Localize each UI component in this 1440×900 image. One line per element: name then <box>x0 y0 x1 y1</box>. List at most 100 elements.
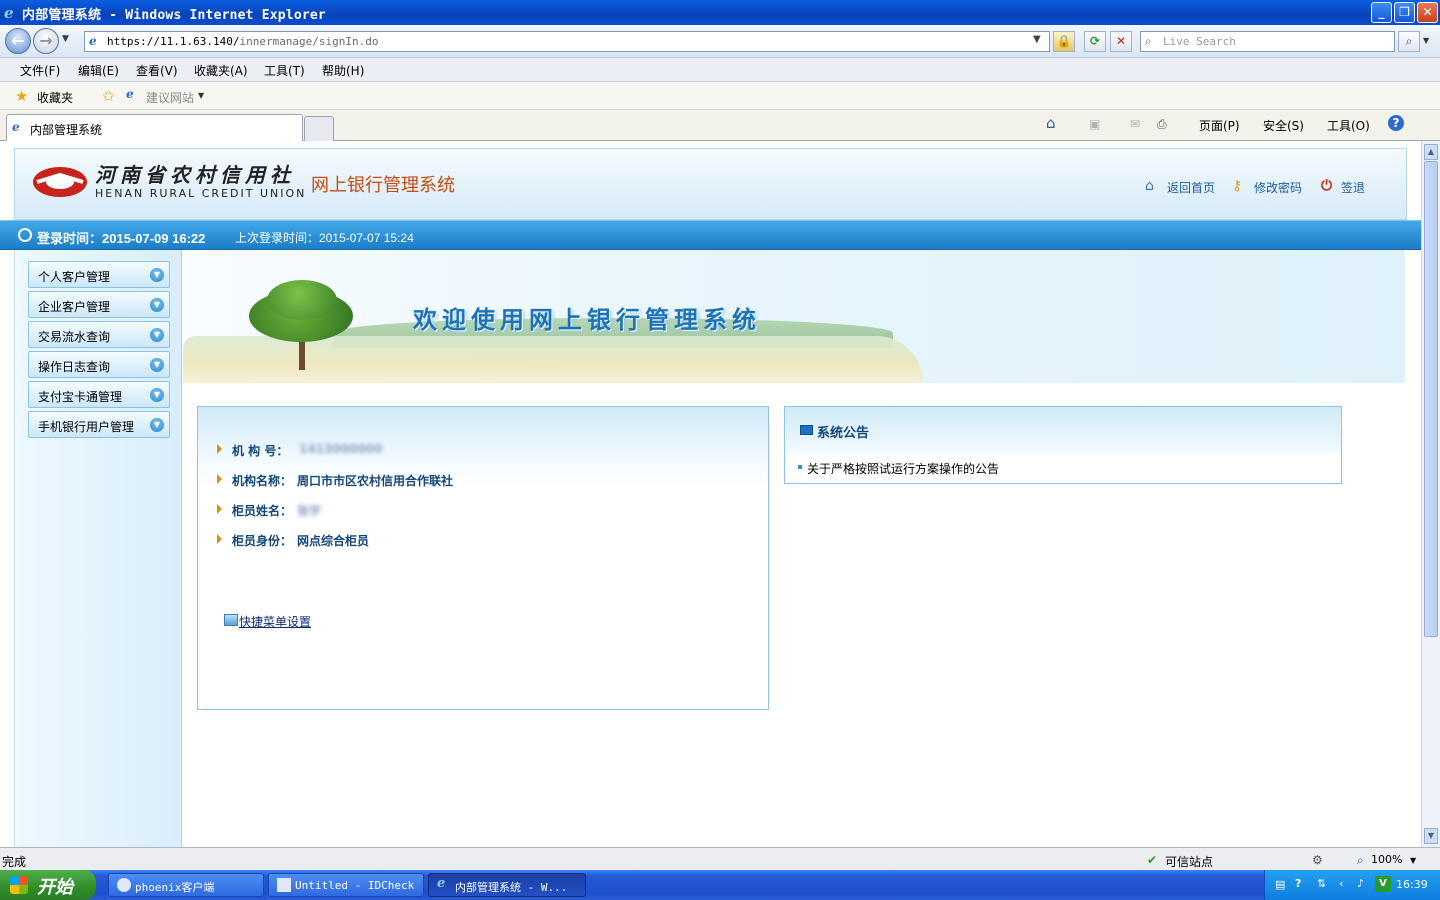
bullet-arrow-icon <box>217 474 222 484</box>
taskbar-item-phoenix[interactable]: phoenix客户端 <box>108 873 264 897</box>
feeds-icon[interactable]: ▣ <box>1089 117 1100 131</box>
add-favorite-icon[interactable]: ✩ <box>102 87 115 105</box>
clock[interactable]: 16:39 <box>1396 878 1428 891</box>
expand-icon: ▼ <box>150 418 164 432</box>
url-text: https://11.1.63.140/innermanage/signIn.d… <box>107 35 379 48</box>
expand-icon: ▼ <box>150 358 164 372</box>
tab-row: e 内部管理系统 ⌂ ▣ ✉ ⎙ 页面(P) 安全(S) 工具(O) ? <box>0 110 1440 141</box>
forward-button[interactable]: → <box>33 28 59 54</box>
taskbar-item-ie[interactable]: e 内部管理系统 - W... <box>428 873 586 897</box>
restore-button[interactable]: ❐ <box>1394 2 1415 23</box>
search-provider-icon: ⌕ <box>1145 34 1152 48</box>
help-tray-icon[interactable]: ? <box>1295 877 1301 890</box>
login-time: 登录时间：2015-07-09 16:22 <box>37 231 206 246</box>
menu-help[interactable]: 帮助(H) <box>322 62 364 79</box>
home-link[interactable]: 返回首页 <box>1167 179 1215 196</box>
announcement-panel: 系统公告 关于严格按照试运行方案操作的公告 <box>784 406 1342 484</box>
scroll-thumb[interactable] <box>1424 161 1438 637</box>
volume-icon[interactable]: ♪ <box>1357 877 1364 890</box>
tools-menu[interactable]: 工具(O) <box>1327 117 1370 134</box>
banner-field <box>183 336 923 383</box>
vertical-scrollbar[interactable]: ▲ ▼ <box>1421 141 1440 847</box>
favorites-star-icon: ★ <box>15 87 29 105</box>
start-button[interactable]: 开始 <box>0 870 96 900</box>
ie-icon: e <box>4 4 14 22</box>
menu-view[interactable]: 查看(V) <box>136 62 178 79</box>
menu-file[interactable]: 文件(F) <box>20 62 60 79</box>
refresh-icon[interactable]: ⟳ <box>1084 31 1106 52</box>
stop-icon[interactable]: ✕ <box>1110 31 1132 52</box>
tab-page-icon: e <box>12 120 20 134</box>
announcement-item[interactable]: 关于严格按照试运行方案操作的公告 <box>807 460 999 477</box>
bullet-arrow-icon <box>217 504 222 514</box>
home-icon[interactable]: ⌂ <box>1046 114 1056 132</box>
mail-icon[interactable]: ✉ <box>1130 117 1140 131</box>
taskbar-item-label: 内部管理系统 - W... <box>455 881 568 894</box>
teller-role-label: 柜员身份： <box>232 534 293 548</box>
back-button[interactable]: ← <box>5 28 31 54</box>
tab-active[interactable]: e 内部管理系统 <box>6 114 303 141</box>
institution-number-label: 机 构 号： <box>232 444 289 458</box>
protected-mode-icon[interactable]: ⚙ <box>1312 853 1323 867</box>
monitor-icon <box>800 425 813 435</box>
antivirus-icon[interactable]: V <box>1375 876 1391 892</box>
logo-chinese-name: 河南省农村信用社 <box>95 163 295 187</box>
sidebar-item-label: 手机银行用户管理 <box>38 420 135 434</box>
ie-icon: e <box>437 876 446 891</box>
page-menu[interactable]: 页面(P) <box>1199 117 1240 134</box>
sidebar-item-alipay-card[interactable]: 支付宝卡通管理 ▼ <box>28 381 170 408</box>
suggested-sites-dropdown-icon[interactable]: ▼ <box>198 91 204 100</box>
institution-name-value: 周口市市区农村信用合作联社 <box>297 474 454 488</box>
help-icon[interactable]: ? <box>1388 115 1404 131</box>
search-options-icon[interactable]: ▼ <box>1423 36 1429 45</box>
keyboard-icon[interactable]: ▤ <box>1275 878 1285 891</box>
status-bar: 完成 ✔ 可信站点 ⚙ ⌕ 100% ▼ <box>0 847 1440 870</box>
search-icon[interactable]: ⌕ <box>1398 31 1420 52</box>
sidebar-item-operation-log[interactable]: 操作日志查询 ▼ <box>28 351 170 378</box>
security-zone[interactable]: 可信站点 <box>1165 853 1213 870</box>
menu-edit[interactable]: 编辑(E) <box>78 62 119 79</box>
url-path: innermanage/signIn.do <box>239 35 379 48</box>
menu-tools[interactable]: 工具(T) <box>264 62 305 79</box>
user-info-panel: 机 构 号： 1413000000 机构名称： 周口市市区农村信用合作联社 柜员… <box>197 406 769 710</box>
address-dropdown-icon[interactable]: ▼ <box>1033 34 1041 45</box>
check-icon: ✔ <box>1147 853 1158 867</box>
expand-icon: ▼ <box>150 268 164 282</box>
sidebar-item-label: 企业客户管理 <box>38 300 111 314</box>
suggested-sites-link[interactable]: 建议网站 <box>146 89 194 106</box>
network-icon[interactable]: ⇅ <box>1317 877 1326 890</box>
menu-favorites[interactable]: 收藏夹(A) <box>194 62 248 79</box>
address-bar[interactable]: e https://11.1.63.140/innermanage/signIn… <box>84 31 1050 52</box>
lock-icon[interactable]: 🔒 <box>1053 31 1075 52</box>
show-hidden-icon[interactable]: ‹ <box>1339 877 1343 890</box>
last-login-time: 上次登录时间：2015-07-07 15:24 <box>235 231 414 245</box>
phoenix-icon <box>117 878 131 892</box>
sidebar-item-personal-customers[interactable]: 个人客户管理 ▼ <box>28 261 170 288</box>
logout-link[interactable]: 签退 <box>1341 179 1365 196</box>
minimize-button[interactable]: _ <box>1371 2 1392 23</box>
expand-icon: ▼ <box>150 388 164 402</box>
sidebar-item-transaction-query[interactable]: 交易流水查询 ▼ <box>28 321 170 348</box>
taskbar-item-label: phoenix客户端 <box>135 881 215 894</box>
teller-name-value: 张宇 <box>297 504 322 518</box>
close-button[interactable]: ✕ <box>1417 2 1438 23</box>
scroll-up-icon[interactable]: ▲ <box>1424 144 1438 160</box>
safety-menu[interactable]: 安全(S) <box>1263 117 1304 134</box>
new-tab-button[interactable] <box>304 116 334 141</box>
favorites-button[interactable]: 收藏夹 <box>37 89 73 106</box>
zoom-level[interactable]: 100% <box>1371 853 1402 866</box>
sidebar-item-corporate-customers[interactable]: 企业客户管理 ▼ <box>28 291 170 318</box>
quick-menu-settings-link[interactable]: 快捷菜单设置 <box>239 613 311 630</box>
search-input[interactable]: ⌕ Live Search <box>1140 31 1395 52</box>
institution-number-value: 1413000000 <box>299 442 383 456</box>
scroll-down-icon[interactable]: ▼ <box>1424 828 1438 844</box>
taskbar-item-idcheck[interactable]: Untitled - IDCheck <box>268 873 424 897</box>
change-password-link[interactable]: 修改密码 <box>1254 179 1302 196</box>
sidebar-item-mobile-banking-users[interactable]: 手机银行用户管理 ▼ <box>28 411 170 438</box>
print-icon[interactable]: ⎙ <box>1157 117 1167 132</box>
window-title-bar: e 内部管理系统 - Windows Internet Explorer _ ❐… <box>0 0 1440 25</box>
bank-logo-icon <box>33 167 87 197</box>
sidebar-item-label: 支付宝卡通管理 <box>38 390 123 404</box>
recent-pages-dropdown-icon[interactable]: ▼ <box>62 34 69 44</box>
zoom-dropdown-icon[interactable]: ▼ <box>1410 856 1416 865</box>
